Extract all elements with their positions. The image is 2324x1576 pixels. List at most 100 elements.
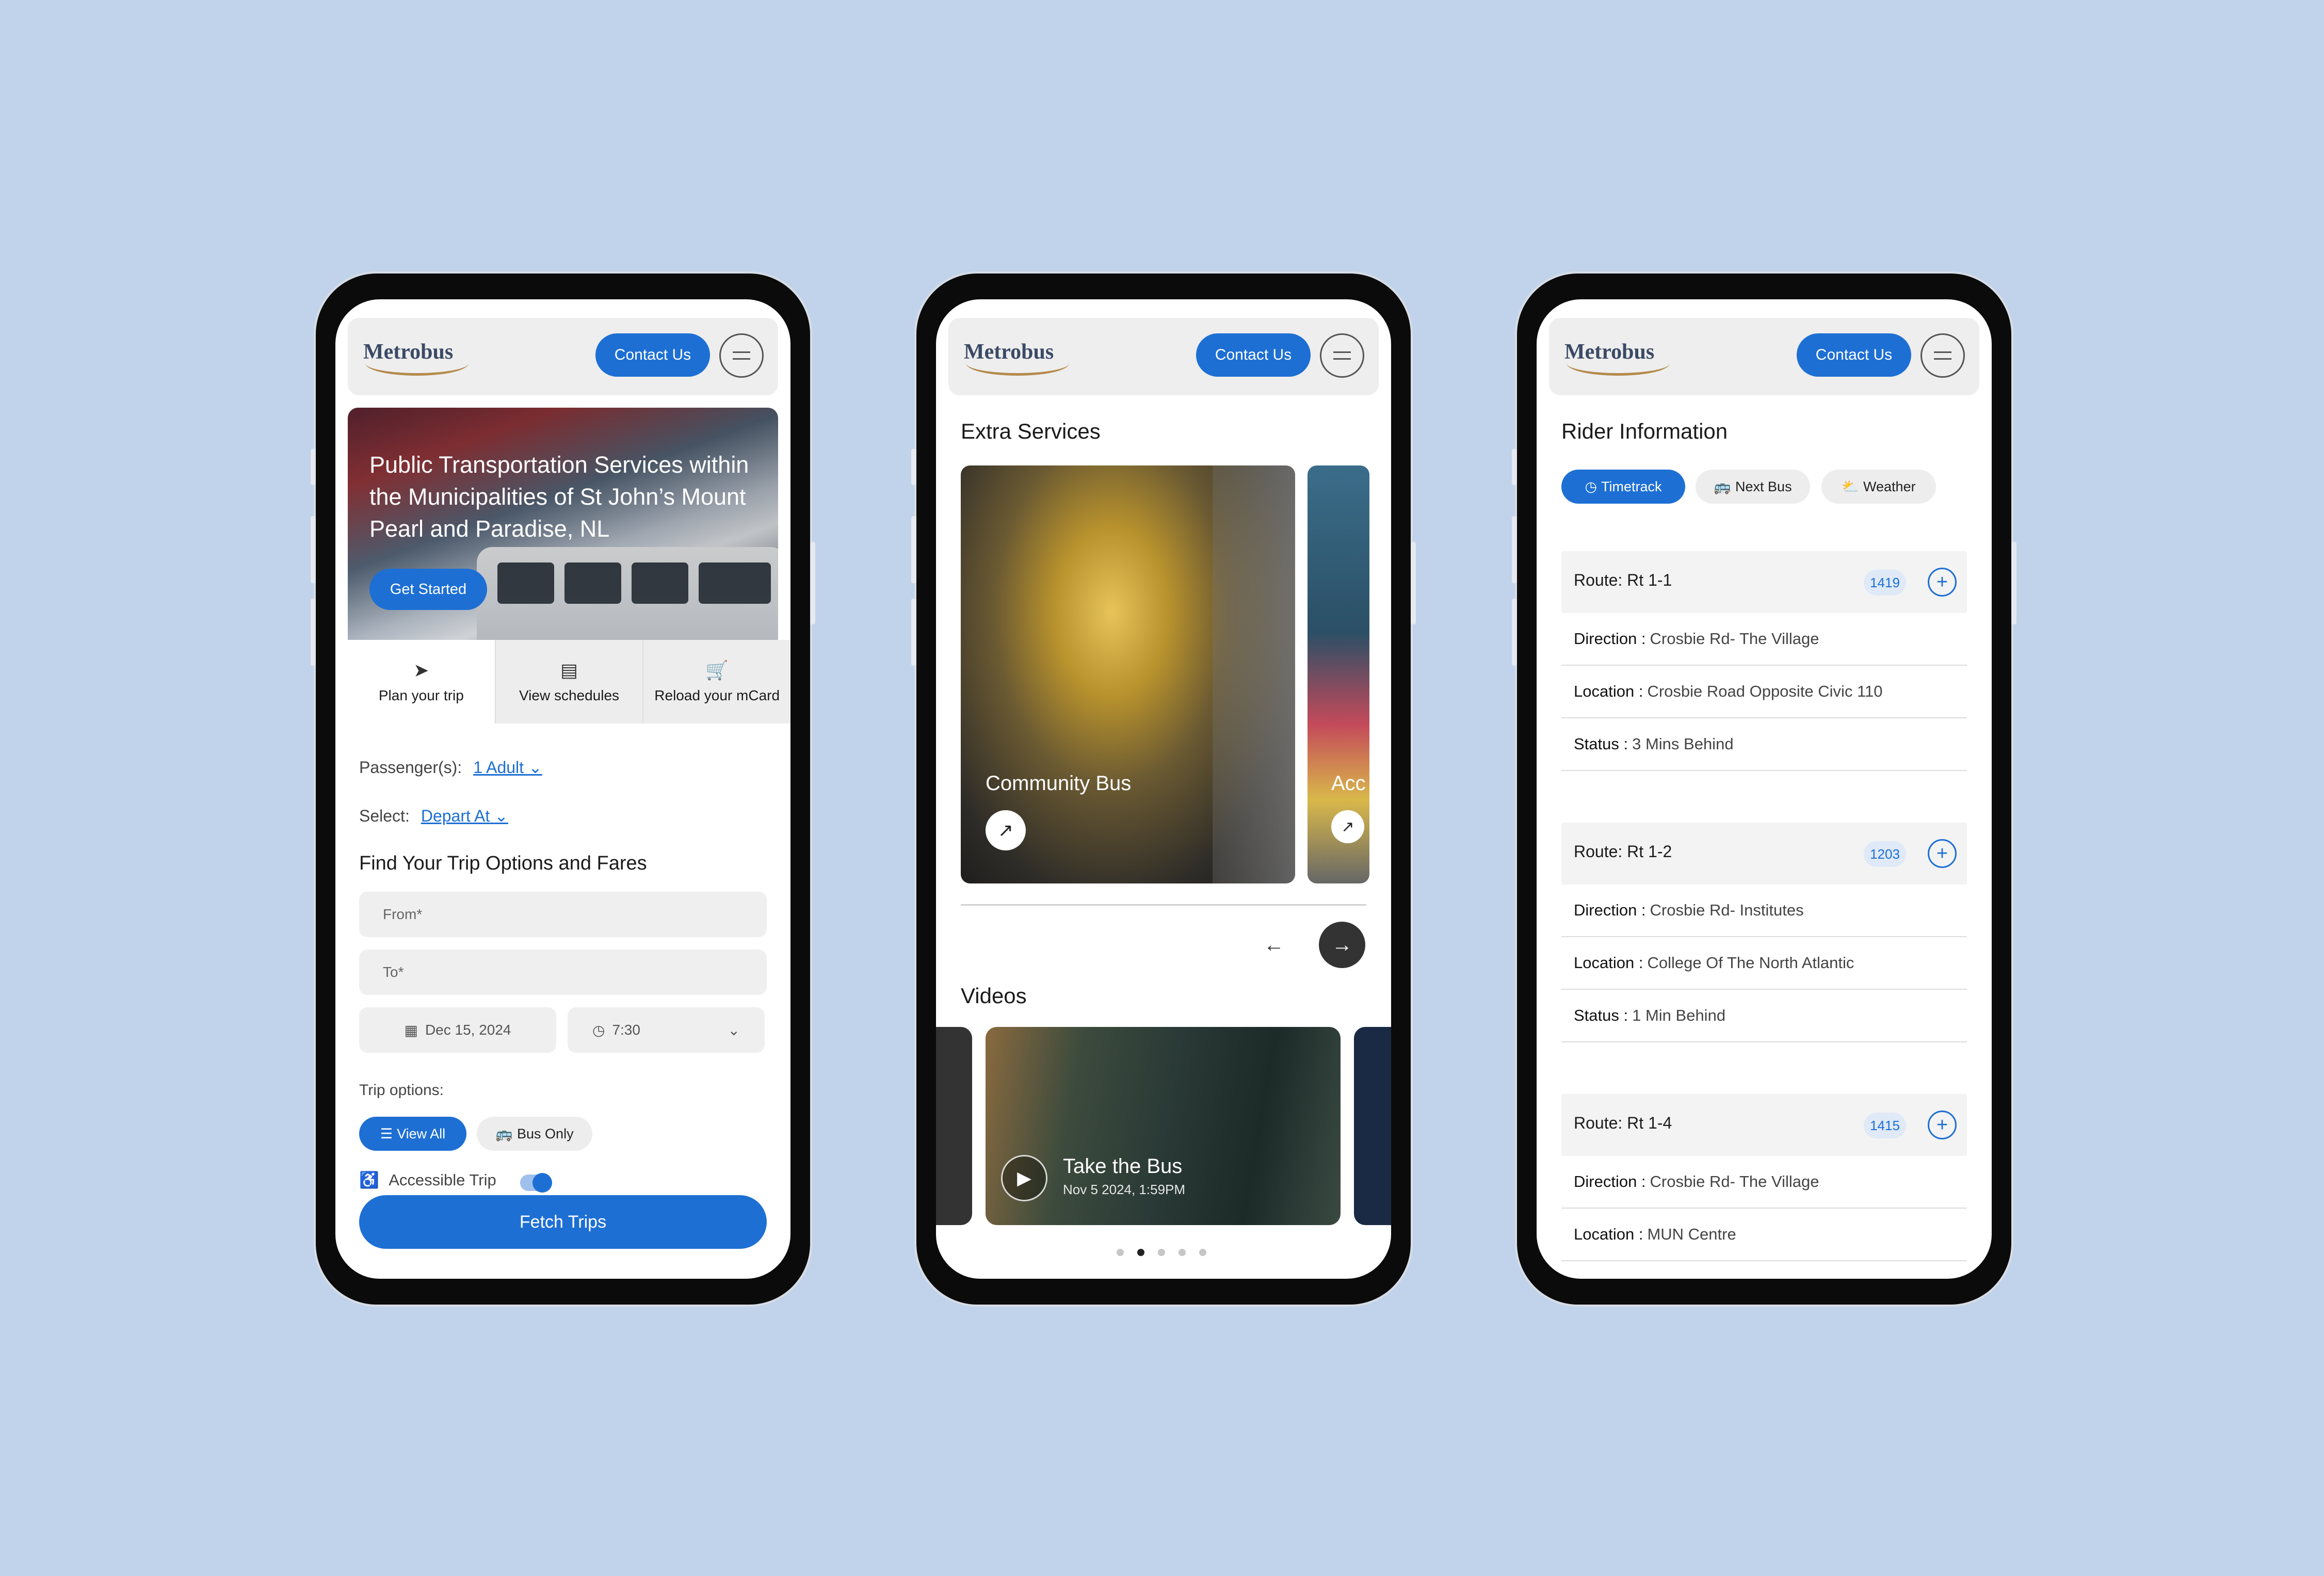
card-title: Acc: [1331, 772, 1366, 795]
video-card-next[interactable]: [1354, 1027, 1391, 1225]
metrobus-logo[interactable]: Metrobus: [1564, 340, 1654, 364]
side-button: [311, 516, 316, 583]
route-header[interactable]: Route: Rt 1-2 1203 +: [1561, 823, 1967, 885]
date-picker[interactable]: ▦ Dec 15, 2024: [359, 1007, 556, 1053]
video-card[interactable]: ▶ Take the Bus Nov 5 2024, 1:59PM: [986, 1027, 1341, 1225]
menu-icon[interactable]: [1920, 333, 1965, 378]
route-name: Route: Rt 1-2: [1574, 842, 1672, 861]
carousel-divider: [961, 904, 1366, 906]
contact-us-button[interactable]: Contact Us: [1797, 333, 1911, 377]
carousel-dot[interactable]: [1117, 1249, 1124, 1256]
bus-only-chip[interactable]: 🚌 Bus Only: [477, 1117, 592, 1151]
view-all-chip[interactable]: ☰ View All: [359, 1117, 466, 1151]
tab-reload-mcard[interactable]: 🛒 Reload your mCard: [642, 640, 790, 723]
direction-row: Direction : Crosbie Rd- The Village: [1561, 1156, 1967, 1209]
phone-home: Metrobus Contact Us Public Transportatio…: [311, 274, 815, 1305]
clock-icon: ◷: [592, 1022, 605, 1038]
get-started-button[interactable]: Get Started: [369, 569, 487, 610]
carousel-dot[interactable]: [1179, 1249, 1186, 1256]
contact-us-button[interactable]: Contact Us: [1196, 333, 1311, 377]
videos-title: Videos: [961, 984, 1027, 1008]
route-name: Route: Rt 1-4: [1574, 1114, 1672, 1132]
side-button: [311, 449, 316, 485]
tab-view-schedules[interactable]: ▤ View schedules: [494, 640, 643, 723]
logo-swoosh: [1567, 363, 1670, 376]
route-number-badge: 1203: [1864, 841, 1906, 867]
menu-icon[interactable]: [719, 333, 764, 378]
metrobus-logo[interactable]: Metrobus: [363, 340, 453, 364]
side-button: [2011, 542, 2016, 624]
rider-info-title: Rider Information: [1561, 419, 1728, 443]
plus-icon[interactable]: +: [1928, 1111, 1957, 1139]
app-header: Metrobus Contact Us: [948, 318, 1379, 395]
status-row: Status :1 Min Behind: [1561, 990, 1967, 1042]
direction-row: Direction : Crosbie Rd- Institutes: [1561, 885, 1967, 937]
video-card-prev[interactable]: [936, 1027, 972, 1225]
extra-services-title: Extra Services: [961, 419, 1101, 443]
clock-icon: ◷: [1585, 478, 1597, 494]
from-input[interactable]: From*: [359, 892, 767, 937]
card-title: Community Bus: [986, 772, 1132, 795]
cart-icon: 🛒: [705, 660, 729, 681]
tab-label: View schedules: [519, 687, 620, 703]
date-value: Dec 15, 2024: [425, 1022, 511, 1038]
calendar-icon: ▦: [404, 1022, 418, 1038]
navigation-arrow-icon: ➤: [413, 660, 429, 681]
depart-at-select[interactable]: Depart At ⌄: [421, 807, 508, 825]
fetch-trips-button[interactable]: Fetch Trips: [359, 1195, 767, 1249]
app-header: Metrobus Contact Us: [1549, 318, 1979, 395]
hero-title: Public Transportation Services within th…: [369, 452, 749, 542]
arrow-left-icon[interactable]: ←: [1251, 922, 1297, 968]
carousel-dots: [1117, 1249, 1206, 1256]
passengers-row: Passenger(s): 1 Adult ⌄: [359, 758, 542, 777]
list-icon: ☰: [380, 1125, 393, 1141]
wheelchair-icon: ♿: [359, 1171, 379, 1189]
video-date: Nov 5 2024, 1:59PM: [1063, 1182, 1186, 1197]
direction-row: Direction : Crosbie Rd- The Village: [1561, 613, 1967, 666]
plus-icon[interactable]: +: [1928, 839, 1957, 868]
screen-home: Metrobus Contact Us Public Transportatio…: [335, 299, 790, 1279]
route-header[interactable]: Route: Rt 1-4 1415 +: [1561, 1094, 1967, 1156]
contact-us-button[interactable]: Contact Us: [595, 333, 710, 377]
route-header[interactable]: Route: Rt 1-1 1419 +: [1561, 551, 1967, 613]
tab-timetrack[interactable]: ◷ Timetrack: [1561, 470, 1685, 504]
side-button: [911, 449, 916, 485]
time-picker[interactable]: ◷ 7:30 ⌄: [568, 1007, 765, 1053]
passengers-select[interactable]: 1 Adult ⌄: [473, 758, 542, 777]
accessible-label: Accessible Trip: [389, 1171, 496, 1189]
carousel-dot[interactable]: [1158, 1249, 1165, 1256]
carousel-dot-active[interactable]: [1137, 1249, 1144, 1256]
accessible-toggle[interactable]: [520, 1173, 552, 1193]
side-button: [311, 599, 316, 666]
chevron-down-icon: ⌄: [728, 1022, 740, 1038]
tab-next-bus[interactable]: 🚌 Next Bus: [1696, 470, 1810, 504]
play-icon[interactable]: ▶: [1001, 1155, 1047, 1201]
status-row: Status :3 Mins Behind: [1561, 718, 1967, 771]
trip-options-label: Trip options:: [359, 1082, 444, 1099]
tab-plan-trip[interactable]: ➤ Plan your trip: [348, 640, 495, 723]
menu-icon[interactable]: [1320, 333, 1364, 378]
carousel-dot[interactable]: [1199, 1249, 1206, 1256]
accessible-service-card[interactable]: Acc ↗: [1308, 465, 1369, 883]
accessible-row: ♿ Accessible Trip: [359, 1170, 496, 1189]
screen-rider: Metrobus Contact Us Rider Information ◷ T…: [1537, 299, 1992, 1279]
route-number-badge: 1415: [1864, 1113, 1906, 1138]
tab-weather[interactable]: ⛅ Weather: [1821, 470, 1936, 504]
side-button: [911, 599, 916, 666]
select-label: Select:: [359, 807, 410, 825]
metrobus-logo[interactable]: Metrobus: [964, 340, 1054, 364]
side-button: [1512, 599, 1517, 666]
clipboard-icon: ▤: [560, 660, 578, 681]
plus-icon[interactable]: +: [1928, 568, 1957, 597]
route-name: Route: Rt 1-1: [1574, 571, 1672, 589]
arrow-right-icon[interactable]: →: [1319, 922, 1365, 968]
to-input[interactable]: To*: [359, 950, 767, 995]
location-row: Location : College Of The North Atlantic: [1561, 937, 1967, 990]
arrow-up-right-icon[interactable]: ↗: [1331, 810, 1364, 843]
arrow-up-right-icon[interactable]: ↗: [986, 810, 1026, 850]
logo-swoosh: [365, 363, 469, 376]
hero-banner: Public Transportation Services within th…: [348, 408, 778, 640]
community-bus-card[interactable]: Community Bus ↗: [961, 465, 1295, 883]
app-header: Metrobus Contact Us: [348, 318, 778, 395]
passengers-label: Passenger(s):: [359, 758, 462, 777]
